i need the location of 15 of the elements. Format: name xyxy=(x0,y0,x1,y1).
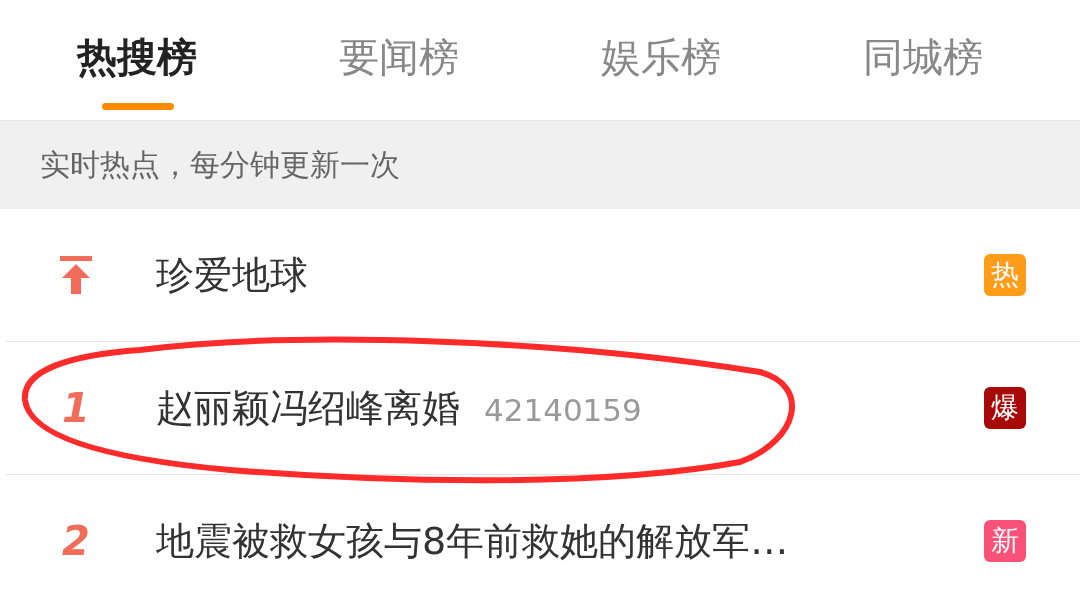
topic-badge: 爆 xyxy=(984,387,1026,429)
tab[interactable]: 热搜榜 xyxy=(6,0,268,120)
rank-number: 2 xyxy=(62,518,90,564)
search-count: 42140159 xyxy=(484,391,642,428)
rank-number: 1 xyxy=(62,385,90,431)
topic-badge: 新 xyxy=(984,520,1026,562)
tab[interactable]: 娱乐榜 xyxy=(530,0,792,120)
pin-to-top-icon xyxy=(58,256,94,294)
tab[interactable]: 要闻榜 xyxy=(268,0,530,120)
topic-title[interactable]: 赵丽颖冯绍峰离婚 xyxy=(156,382,460,434)
topic-badge: 热 xyxy=(984,254,1026,296)
topic-title[interactable]: 珍爱地球 xyxy=(156,249,308,301)
topic-title[interactable]: 地震被救女孩与8年前救她的解放军… xyxy=(156,515,789,567)
notice-text: 实时热点，每分钟更新一次 xyxy=(40,145,400,184)
tab[interactable]: 同城榜 xyxy=(792,0,1054,120)
